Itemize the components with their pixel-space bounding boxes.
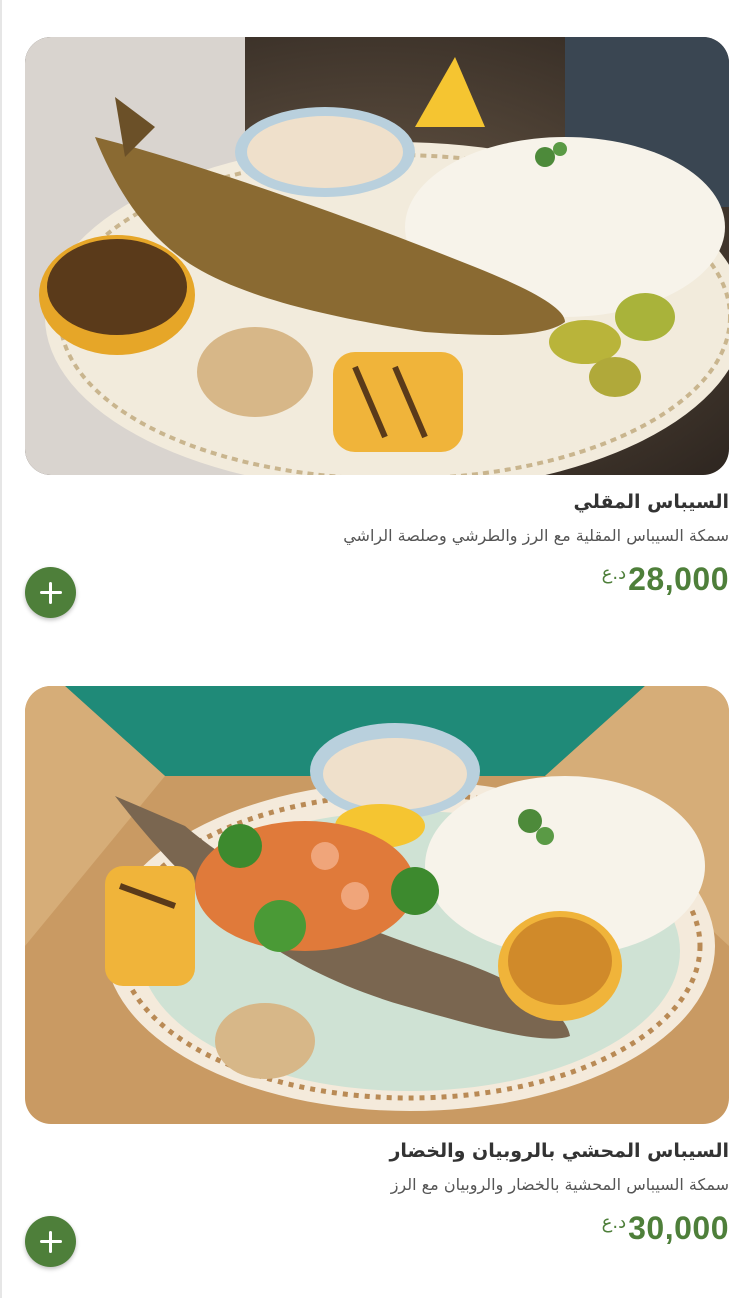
dish-description: سمكة السيباس المقلية مع الرز والطرشي وصل… [343, 526, 729, 545]
price-row: د.ع 28,000 [25, 559, 729, 619]
dish-price: د.ع 30,000 [602, 1210, 729, 1246]
price-amount: 28,000 [628, 561, 729, 597]
dish-title: السيباس المحشي بالروبيان والخضار [389, 1140, 729, 1162]
fried-fish-plate-photo [25, 37, 729, 475]
dish-title: السيباس المقلي [573, 491, 730, 513]
add-to-cart-button[interactable] [25, 567, 76, 618]
currency-label: د.ع [601, 563, 627, 584]
plus-icon [39, 1230, 62, 1253]
dish-photo[interactable] [25, 37, 729, 475]
menu-item-card[interactable]: السيباس المقلي سمكة السيباس المقلية مع ا… [25, 37, 729, 619]
dish-price: د.ع 28,000 [602, 561, 729, 597]
add-to-cart-button[interactable] [25, 1216, 76, 1267]
menu-page: السيباس المقلي سمكة السيباس المقلية مع ا… [0, 0, 747, 1298]
dish-photo[interactable] [25, 686, 729, 1124]
menu-item-card[interactable]: السيباس المحشي بالروبيان والخضار سمكة ال… [25, 686, 729, 1268]
price-row: د.ع 30,000 [25, 1208, 729, 1268]
dish-description: سمكة السيباس المحشية بالخضار والروبيان م… [390, 1175, 729, 1194]
price-amount: 30,000 [628, 1210, 729, 1246]
plus-icon [39, 581, 62, 604]
stuffed-fish-plate-photo [25, 686, 729, 1124]
currency-label: د.ع [601, 1212, 627, 1233]
